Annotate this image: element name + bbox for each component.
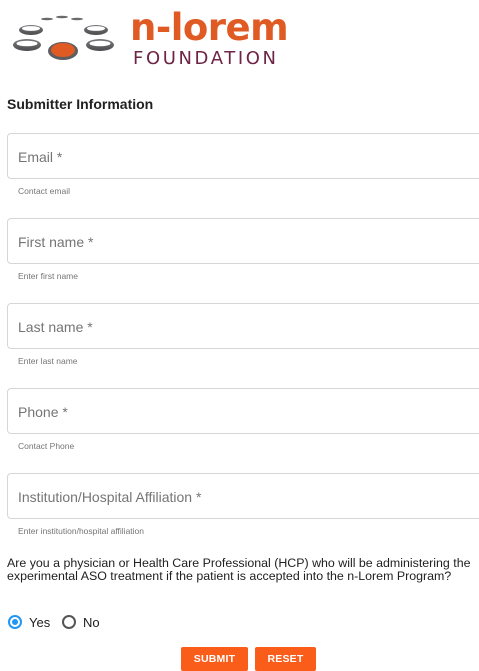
- first-name-placeholder: First name *: [18, 234, 94, 250]
- first-name-helper: Enter first name: [18, 271, 78, 281]
- institution-helper: Enter institution/hospital affiliation: [18, 526, 145, 536]
- no-radio-label[interactable]: No: [83, 614, 100, 632]
- logo-subtitle: FOUNDATION: [133, 48, 279, 69]
- reset-button[interactable]: RESET: [255, 647, 316, 671]
- submit-button[interactable]: SUBMIT: [181, 647, 248, 671]
- n-lorem-logo: n-lorem FOUNDATION: [12, 6, 302, 70]
- hcp-question: Are you a physician or Health Care Profe…: [7, 556, 471, 583]
- phone-placeholder: Phone *: [18, 404, 68, 420]
- last-name-helper: Enter last name: [18, 356, 78, 366]
- no-radio[interactable]: [62, 615, 76, 629]
- hcp-radio-group: Yes No: [8, 614, 208, 632]
- email-helper: Contact email: [18, 186, 70, 196]
- institution-placeholder: Institution/Hospital Affiliation *: [18, 489, 202, 505]
- institution-field[interactable]: Institution/Hospital Affiliation *: [7, 473, 479, 519]
- first-name-field[interactable]: First name *: [7, 218, 479, 264]
- email-placeholder: Email *: [18, 149, 63, 165]
- logo-name: n-lorem: [130, 6, 289, 49]
- last-name-placeholder: Last name *: [18, 319, 93, 335]
- section-title: Submitter Information: [7, 96, 154, 112]
- email-field[interactable]: Email *: [7, 133, 479, 179]
- yes-radio-label[interactable]: Yes: [29, 614, 50, 632]
- phone-helper: Contact Phone: [18, 441, 75, 451]
- last-name-field[interactable]: Last name *: [7, 303, 479, 349]
- discs-logo-icon: [13, 15, 114, 60]
- phone-field[interactable]: Phone *: [7, 388, 479, 434]
- yes-radio[interactable]: [8, 615, 22, 629]
